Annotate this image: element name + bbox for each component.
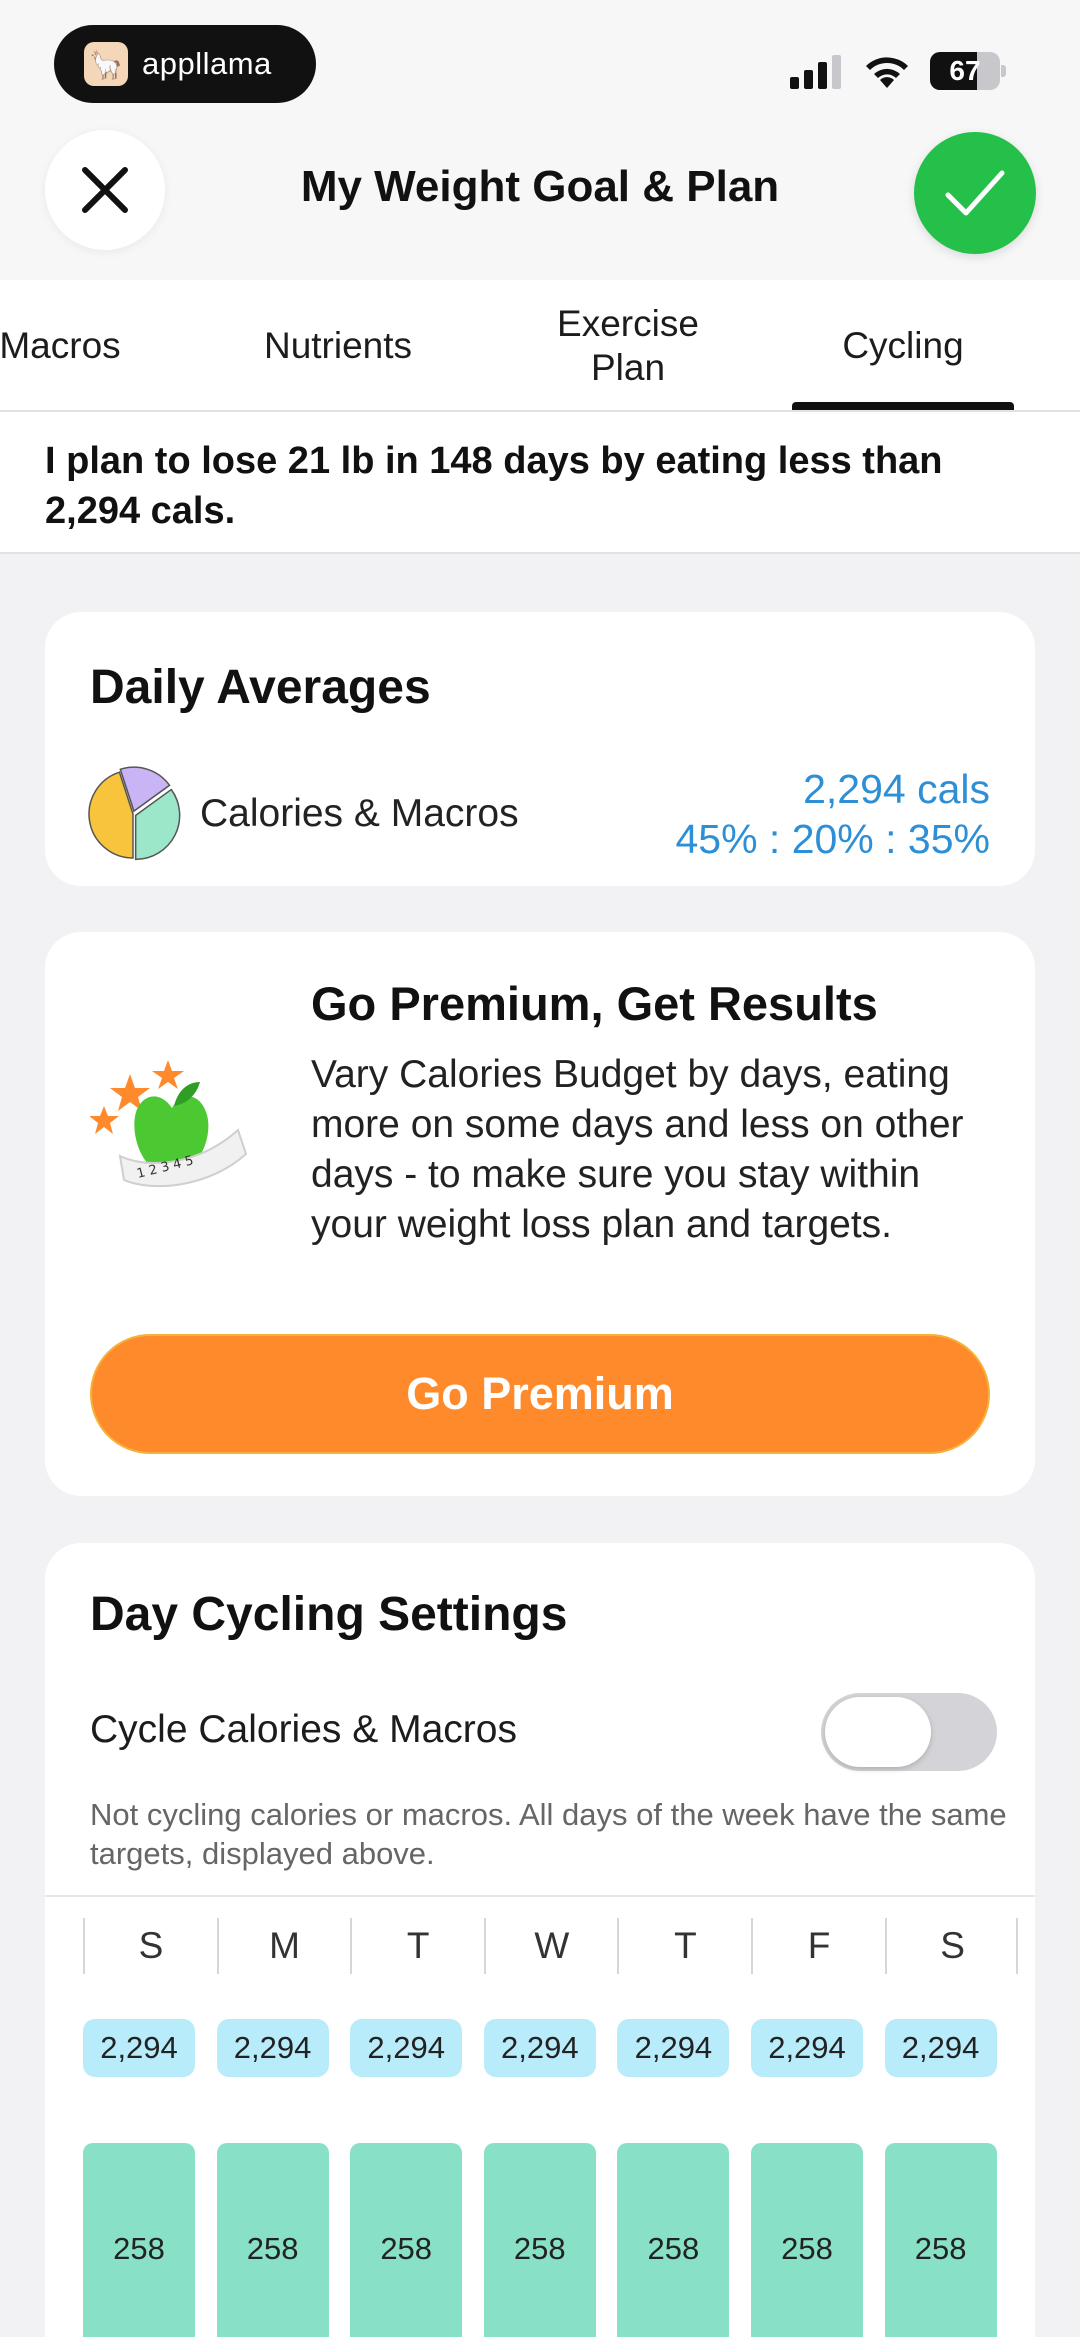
day-separator: [751, 1918, 753, 1974]
weekday-header: SMTWTFS: [83, 1918, 1019, 1978]
tab-exercise-plan[interactable]: Exercise Plan: [528, 280, 728, 412]
daily-averages-values: 2,294 cals 45% : 20% : 35%: [675, 764, 990, 864]
active-tab-indicator: [792, 402, 1014, 410]
weekday-label: F: [807, 1925, 831, 1966]
tab-label: Cycling: [842, 324, 964, 366]
day-separator: [884, 1918, 887, 1974]
bar-value-label: 258: [380, 2231, 433, 2266]
day-macro-bar[interactable]: 258: [751, 2143, 863, 2337]
status-bar: 🦙 appllama 67: [0, 0, 1080, 120]
weekday-label: M: [269, 1925, 300, 1966]
day-calorie-chip[interactable]: 2,294: [751, 2019, 863, 2077]
divider: [45, 1895, 1035, 1897]
day-calorie-chip[interactable]: 2,294: [216, 2019, 329, 2077]
battery-indicator: 67: [930, 52, 1006, 90]
daily-averages-card[interactable]: Daily Averages Calories & Macros 2,294 c…: [45, 612, 1035, 886]
weekday-label: T: [406, 1925, 430, 1966]
llama-logo-icon: 🦙: [84, 42, 128, 86]
bar-value-label: 258: [246, 2231, 299, 2266]
cycling-note: Not cycling calories or macros. All days…: [90, 1797, 1007, 1871]
day-macro-bar[interactable]: 258: [83, 2143, 195, 2337]
weekday-label: W: [534, 1925, 570, 1966]
cycle-calories-toggle[interactable]: [821, 1693, 997, 1771]
cycle-toggle-label: Cycle Calories & Macros: [90, 1708, 517, 1751]
calories-macros-label: Calories & Macros: [200, 792, 519, 835]
macros-ratio: 45% : 20% : 35%: [675, 816, 990, 862]
day-separator: [350, 1918, 353, 1974]
bar-value-label: 258: [513, 2231, 566, 2266]
premium-card: 1 2 3 4 5 Go Premium, Get Results Vary C…: [45, 932, 1035, 1496]
battery-percent: 67: [949, 55, 981, 86]
bar-value-label: 258: [113, 2231, 165, 2266]
macros-pie-chart-icon: [88, 766, 181, 861]
tab-bar: Macros Nutrients Exercise Plan Cycling: [0, 280, 1080, 412]
apple-measuring-tape-icon: 1 2 3 4 5: [90, 1060, 248, 1188]
header: My Weight Goal & Plan: [0, 120, 1080, 280]
plan-summary: I plan to lose 21 lb in 148 days by eati…: [0, 412, 1080, 554]
day-calorie-chip[interactable]: 2,294: [83, 2019, 195, 2077]
tab-cycling[interactable]: Cycling: [792, 280, 1014, 412]
day-macro-bar[interactable]: 258: [216, 2143, 329, 2337]
bar-value-label: 258: [647, 2231, 700, 2266]
weekday-label: T: [674, 1925, 697, 1966]
day-macro-bar[interactable]: 258: [483, 2143, 596, 2337]
weekday-label: S: [138, 1925, 164, 1966]
day-cycling-card: Day Cycling Settings Cycle Calories & Ma…: [45, 1543, 1035, 2337]
tab-label: Nutrients: [263, 324, 413, 366]
tab-macros[interactable]: Macros: [0, 280, 160, 412]
day-separator: [216, 1918, 219, 1974]
day-macro-bar[interactable]: 258: [350, 2143, 463, 2337]
go-premium-button[interactable]: Go Premium: [90, 1334, 990, 1454]
premium-description: Vary Calories Budget by days, eating mor…: [311, 1053, 964, 1246]
average-calories: 2,294 cals: [803, 766, 990, 812]
tab-nutrients[interactable]: Nutrients: [238, 280, 438, 412]
day-calorie-chip[interactable]: 2,294: [617, 2019, 730, 2077]
day-separator: [483, 1918, 486, 1974]
day-macro-bar[interactable]: 258: [617, 2143, 730, 2337]
tab-label: Exercise Plan: [557, 302, 699, 388]
toggle-knob: [825, 1697, 931, 1767]
wifi-icon: [866, 57, 908, 88]
confirm-button[interactable]: [914, 132, 1036, 254]
day-separator: [83, 1918, 85, 1974]
app-pill[interactable]: 🦙 appllama: [54, 25, 316, 103]
day-macro-bar[interactable]: 258: [884, 2143, 997, 2337]
tab-label: Macros: [0, 324, 121, 366]
weekday-label: S: [940, 1925, 965, 1966]
premium-title: Go Premium, Get Results: [311, 977, 878, 1030]
day-separator: [1016, 1918, 1019, 1974]
bar-value-label: 258: [914, 2231, 967, 2266]
bar-value-label: 258: [781, 2231, 833, 2266]
daily-averages-title: Daily Averages: [90, 661, 431, 714]
day-separator: [617, 1918, 620, 1974]
day-calorie-chip[interactable]: 2,294: [350, 2019, 463, 2077]
app-name: appllama: [142, 46, 272, 81]
cellular-signal-icon: [790, 55, 841, 89]
day-calorie-chip[interactable]: 2,294: [483, 2019, 596, 2077]
checkmark-icon: [945, 170, 1005, 216]
day-cycling-title: Day Cycling Settings: [90, 1588, 568, 1641]
day-calorie-chip[interactable]: 2,294: [884, 2019, 997, 2077]
